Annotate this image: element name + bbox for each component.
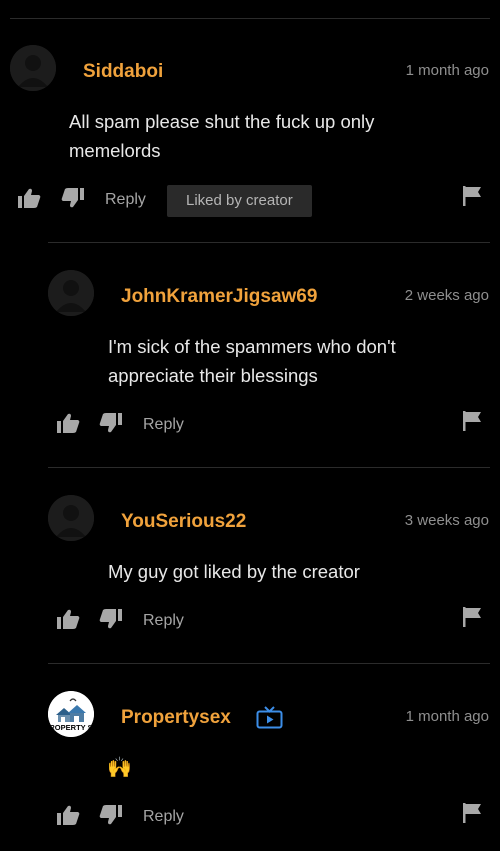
thumbs-down-icon[interactable]	[99, 609, 122, 629]
comment-text: My guy got liked by the creator	[108, 557, 360, 586]
comment-text-line: My guy got liked by the creator	[108, 561, 360, 582]
thumbs-up-icon[interactable]	[57, 609, 80, 629]
comment-text-line: All spam please shut the fuck up only	[69, 111, 375, 132]
comment-timestamp: 1 month ago	[405, 708, 489, 725]
flag-icon[interactable]	[463, 186, 481, 206]
comment-username[interactable]: JohnKramerJigsaw69	[121, 286, 317, 308]
flag-icon[interactable]	[463, 411, 481, 431]
comment-text-line: appreciate their blessings	[108, 365, 318, 386]
thumbs-down-icon[interactable]	[99, 805, 122, 825]
thumbs-up-icon[interactable]	[18, 188, 41, 208]
comment-divider	[10, 18, 490, 19]
comment-text-line: memelords	[69, 140, 161, 161]
comment-divider	[48, 467, 490, 468]
reply-button[interactable]: Reply	[105, 191, 146, 209]
comment-timestamp: 2 weeks ago	[404, 287, 489, 304]
flag-icon[interactable]	[463, 803, 481, 823]
comment-divider	[48, 242, 490, 243]
reply-button[interactable]: Reply	[143, 808, 184, 826]
comment-text: I'm sick of the spammers who don't appre…	[108, 332, 396, 390]
comment-timestamp: 1 month ago	[405, 62, 489, 79]
default-avatar-icon[interactable]	[10, 45, 56, 91]
comment-username[interactable]: YouSerious22	[121, 511, 246, 533]
comment-text: 🙌	[107, 757, 132, 779]
liked-by-creator-badge: Liked by creator	[167, 185, 312, 217]
comment-timestamp: 3 weeks ago	[404, 512, 489, 529]
reply-button[interactable]: Reply	[143, 416, 184, 434]
flag-icon[interactable]	[463, 607, 481, 627]
comment-text: All spam please shut the fuck up only me…	[69, 107, 374, 165]
thumbs-down-icon[interactable]	[61, 188, 84, 208]
default-avatar-icon[interactable]	[48, 495, 94, 541]
avatar-logo-text: PROPERTY SE	[48, 723, 94, 732]
thumbs-up-icon[interactable]	[57, 413, 80, 433]
thumbs-up-icon[interactable]	[57, 805, 80, 825]
comment-username[interactable]: Siddaboi	[83, 61, 163, 83]
reply-button[interactable]: Reply	[143, 612, 184, 630]
thumbs-down-icon[interactable]	[99, 413, 122, 433]
comment-text-line: I'm sick of the spammers who don't	[108, 336, 396, 357]
default-avatar-icon[interactable]	[48, 270, 94, 316]
avatar[interactable]: PROPERTY SE	[48, 691, 94, 737]
comment-divider	[48, 663, 490, 664]
comment-username[interactable]: Propertysex	[121, 707, 231, 729]
tv-icon	[256, 705, 283, 729]
